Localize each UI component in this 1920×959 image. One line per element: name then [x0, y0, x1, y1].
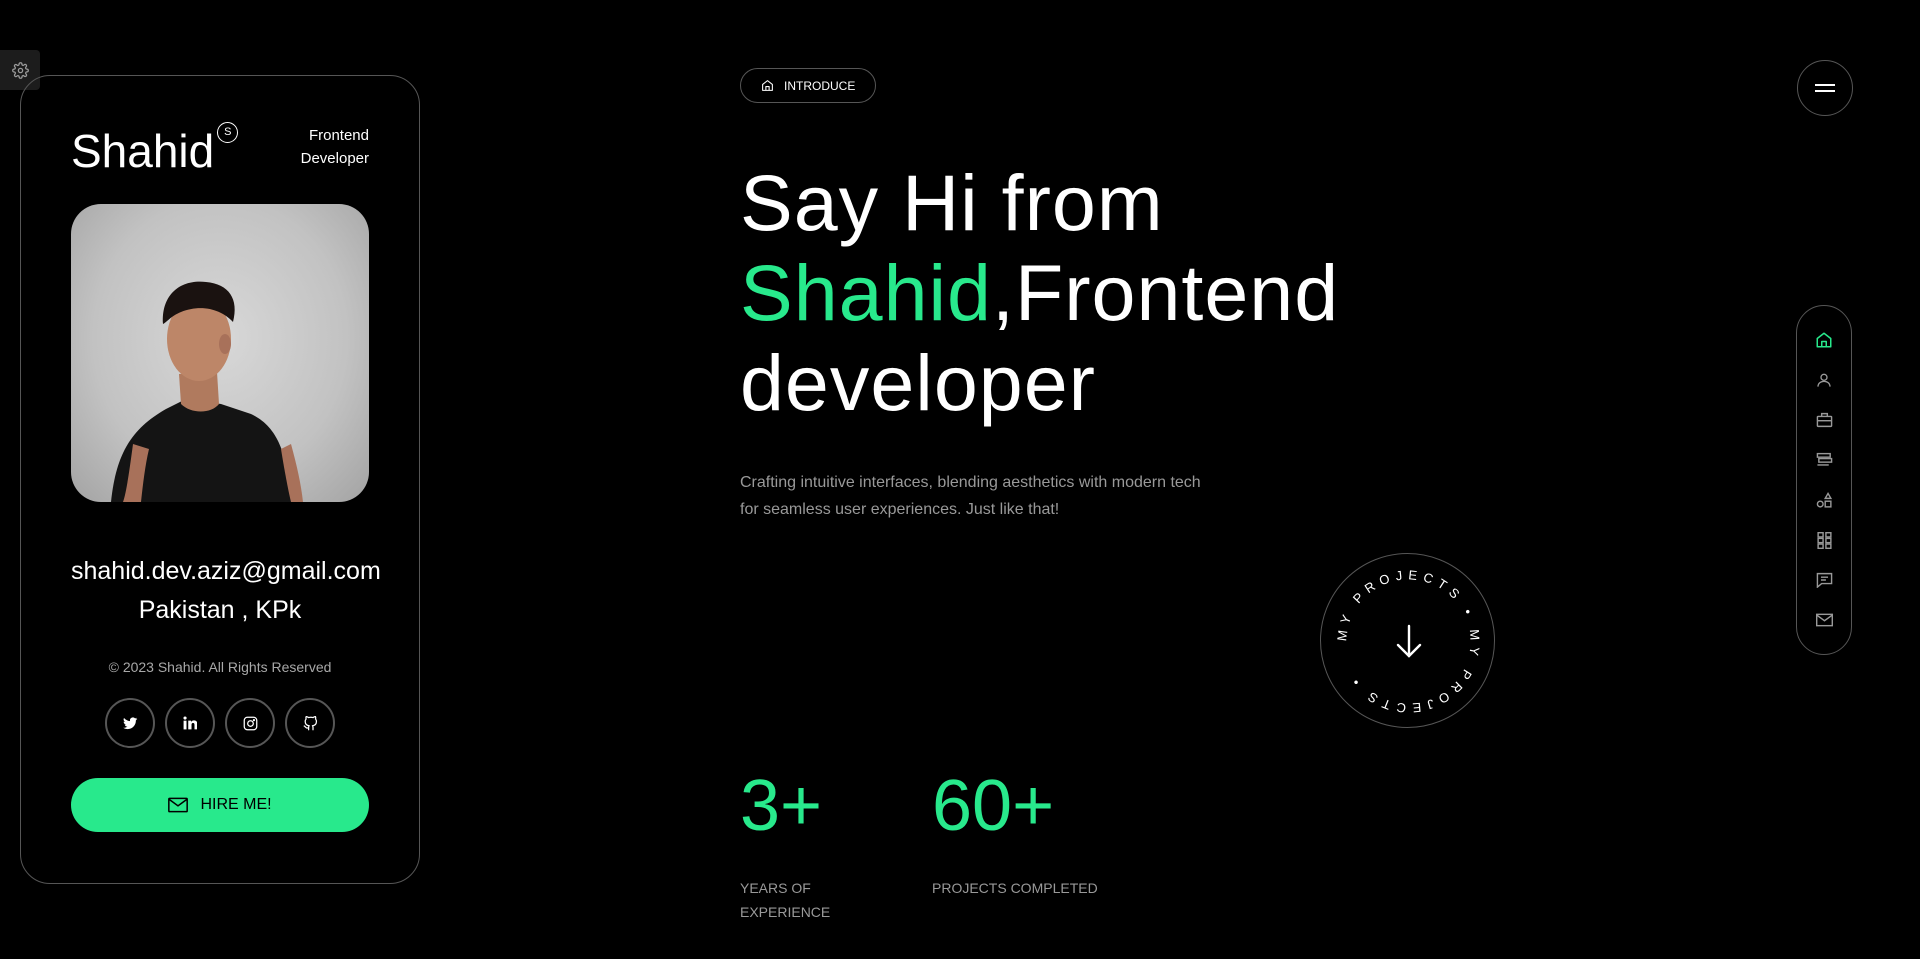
stat-projects: 60+ PROJECTS COMPLETED	[932, 770, 1098, 900]
stat-experience: 3+ YEARS OF EXPERIENCE	[740, 770, 830, 924]
twitter-button[interactable]	[105, 698, 155, 748]
nav-contact[interactable]	[1814, 610, 1834, 630]
brand-name: Shahid S	[71, 122, 239, 177]
profile-location: Pakistan , KPk	[138, 596, 302, 624]
nav-about[interactable]	[1814, 370, 1834, 390]
hamburger-icon	[1815, 84, 1835, 92]
instagram-button[interactable]	[225, 698, 275, 748]
linkedin-icon	[183, 716, 197, 730]
hero-role: ,Frontend	[992, 248, 1340, 337]
brand-name-text: Shahid	[71, 125, 215, 177]
hero-line-2: Shahid,Frontend	[740, 248, 1339, 338]
briefcase-icon	[1816, 412, 1832, 428]
portrait-image	[111, 281, 303, 502]
linkedin-button[interactable]	[165, 698, 215, 748]
user-icon	[1817, 373, 1831, 387]
mail-icon	[1815, 613, 1833, 627]
instagram-icon	[243, 716, 257, 730]
stat-value: 3+	[740, 766, 823, 846]
card-header: Shahid S Frontend Developer	[71, 122, 369, 177]
profile-role: Frontend Developer	[300, 127, 369, 167]
hire-me-label: HIRE ME!	[200, 796, 272, 813]
copyright-text: © 2023 Shahid. All Rights Reserved	[108, 659, 332, 675]
hero-subtitle: Crafting intuitive interfaces, blending …	[740, 474, 1201, 518]
nav-resume[interactable]	[1814, 410, 1834, 430]
stat-value: 60+	[932, 766, 1055, 846]
mail-icon	[168, 797, 189, 813]
hero-line-3: developer	[740, 338, 1096, 427]
hero-heading: Say Hi from Shahid,Frontend developer	[740, 158, 1339, 428]
nav-home[interactable]	[1814, 330, 1834, 350]
github-icon	[303, 715, 317, 730]
profile-photo	[71, 204, 369, 502]
profile-card: Shahid S Frontend Developer shahid.dev.a…	[20, 75, 420, 884]
introduce-label: INTRODUCE	[784, 78, 856, 93]
brand-badge: S	[217, 122, 239, 143]
resume-icon	[1816, 452, 1832, 466]
gear-icon	[11, 61, 29, 79]
hero-line-1: Say Hi from	[740, 158, 1164, 247]
nav-testimonials[interactable]	[1814, 570, 1834, 590]
profile-email[interactable]: shahid.dev.aziz@gmail.com	[71, 557, 381, 586]
stat-label: PROJECTS COMPLETED	[932, 880, 1098, 896]
testimonial-icon	[1816, 572, 1832, 588]
github-button[interactable]	[285, 698, 335, 748]
home-icon	[762, 80, 773, 91]
arrow-down-icon	[1396, 624, 1422, 658]
nav-portfolio[interactable]	[1814, 530, 1834, 550]
nav-services[interactable]	[1814, 450, 1834, 470]
portfolio-grid-icon	[1816, 531, 1832, 549]
social-links	[71, 698, 369, 748]
home-icon	[1816, 332, 1832, 348]
side-navigation	[1796, 305, 1852, 655]
nav-skills[interactable]	[1814, 490, 1834, 510]
hire-me-button[interactable]: HIRE ME!	[71, 778, 369, 832]
my-projects-circle[interactable]: MY PROJECTS • MY PROJECTS •	[1320, 553, 1495, 728]
twitter-icon	[122, 716, 137, 729]
stat-label: YEARS OF EXPERIENCE	[740, 880, 831, 920]
menu-button[interactable]	[1797, 60, 1853, 116]
hero-name: Shahid	[740, 248, 992, 337]
introduce-pill[interactable]: INTRODUCE	[740, 68, 877, 103]
services-icon	[1816, 491, 1832, 508]
